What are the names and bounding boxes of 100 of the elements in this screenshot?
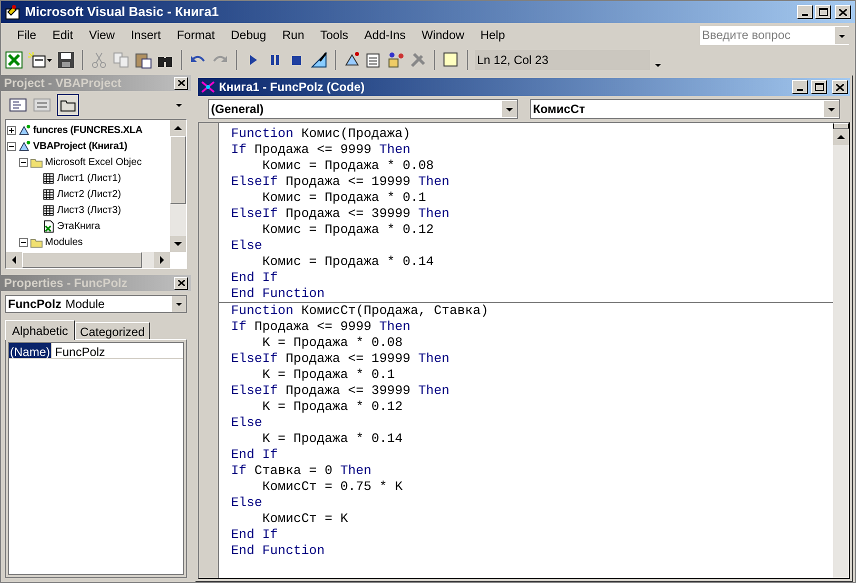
code-line: K = Продажа * 0.12: [261, 399, 404, 415]
tree-item[interactable]: Лист2 (Лист2): [57, 186, 122, 202]
plus-icon: [9, 128, 14, 132]
tree-item[interactable]: Microsoft Excel Objec: [45, 154, 142, 170]
code-line: Комис = Продажа * 0.14: [261, 254, 435, 270]
scroll-up-icon[interactable]: [833, 129, 849, 145]
menu-item[interactable]: Window: [414, 26, 472, 44]
menu-item[interactable]: Help: [472, 26, 513, 44]
close-icon: [836, 84, 844, 90]
menu-item[interactable]: Tools: [312, 26, 356, 44]
code-line: Else: [230, 415, 264, 431]
property-value[interactable]: FuncPolz: [51, 343, 106, 358]
menu-item[interactable]: Debug: [222, 26, 274, 44]
code-line: ElseIf Продажа <= 39999 Then: [230, 206, 450, 222]
folder-icon: [60, 98, 76, 112]
minimize-button[interactable]: [792, 80, 808, 94]
menu-item[interactable]: File: [9, 26, 44, 44]
close-icon: [839, 8, 847, 16]
dropdown-arrow-icon[interactable]: [175, 102, 183, 108]
excel-icon[interactable]: [5, 51, 23, 69]
close-button[interactable]: [174, 76, 188, 90]
view-code-icon[interactable]: [9, 98, 27, 112]
project-icon: [18, 124, 31, 136]
maximize-icon: [818, 8, 828, 16]
project-icon: [18, 140, 31, 152]
help-search-field[interactable]: Введите вопрос: [700, 26, 849, 44]
code-line: K = Продажа * 0.14: [261, 431, 404, 447]
close-icon: [178, 80, 184, 86]
collapse-toggle[interactable]: [19, 158, 28, 166]
minimize-button[interactable]: [797, 5, 813, 19]
tree-item[interactable]: Лист1 (Лист1): [57, 170, 122, 186]
maximize-button[interactable]: [811, 80, 827, 94]
horizontal-scrollbar[interactable]: [6, 252, 170, 268]
object-dropdown[interactable]: FuncPolz Module: [5, 295, 187, 313]
close-button[interactable]: [174, 276, 188, 290]
vertical-scrollbar[interactable]: [833, 123, 849, 578]
menu-item[interactable]: Add-Ins: [356, 26, 414, 44]
panel-title: Project - VBAProject: [4, 75, 122, 92]
scroll-up-icon[interactable]: [170, 120, 186, 136]
menu-item[interactable]: Format: [168, 26, 223, 44]
code-line: End Function: [230, 543, 326, 559]
scroll-thumb[interactable]: [22, 252, 142, 268]
menu-item[interactable]: Edit: [44, 26, 82, 44]
close-button[interactable]: [835, 5, 851, 19]
expand-toggle[interactable]: [7, 126, 16, 134]
worksheet-icon: [42, 188, 55, 200]
code-window-title: Книга1 - FuncPolz (Code): [219, 79, 366, 96]
tab[interactable]: Categorized: [75, 322, 150, 339]
code-line: If Ставка = 0 Then: [230, 463, 372, 479]
vertical-scrollbar[interactable]: [170, 120, 186, 252]
code-line: Комис = Продажа * 0.1: [261, 190, 428, 206]
code-line: КомисСт = K: [261, 511, 350, 527]
code-line: Else: [230, 495, 264, 511]
menu-item[interactable]: Run: [274, 26, 312, 44]
menu-item[interactable]: Insert: [122, 26, 169, 44]
code-line: КомисСт = 0.75 * K: [261, 479, 404, 495]
code-line: If Продажа <= 9999 Then: [230, 319, 412, 335]
tab[interactable]: Alphabetic: [5, 320, 76, 340]
scroll-left-icon[interactable]: [6, 252, 22, 268]
code-line: End If: [230, 270, 279, 286]
insert-form-icon[interactable]: [27, 51, 53, 69]
scroll-thumb[interactable]: [170, 136, 186, 204]
code-line: K = Продажа * 0.1: [261, 367, 396, 383]
paste-icon[interactable]: [134, 51, 152, 69]
tree-item[interactable]: ЭтаКнига: [57, 218, 100, 234]
menu-item[interactable]: View: [81, 26, 123, 44]
code-line: ElseIf Продажа <= 19999 Then: [230, 174, 450, 190]
save-icon[interactable]: [57, 51, 75, 69]
code-line: K = Продажа * 0.08: [261, 335, 404, 351]
object-type: Module: [64, 296, 106, 313]
object-selection: (General): [210, 101, 265, 118]
maximize-button[interactable]: [815, 5, 831, 19]
close-button[interactable]: [832, 80, 848, 94]
tree-item[interactable]: Лист3 (Лист3): [57, 202, 122, 218]
collapse-toggle[interactable]: [7, 142, 16, 150]
code-line: End If: [230, 447, 279, 463]
minimize-icon: [797, 89, 803, 91]
maximize-icon: [814, 83, 824, 91]
tree-item[interactable]: VBAProject (Книга1): [33, 138, 128, 154]
split-bar[interactable]: [833, 123, 849, 129]
workbook-icon: [42, 220, 55, 232]
object-combo-box[interactable]: (General): [208, 99, 518, 119]
toggle-folders-button[interactable]: [57, 94, 79, 116]
scroll-right-icon[interactable]: [154, 252, 170, 268]
code-line: Комис = Продажа * 0.08: [261, 158, 435, 174]
design-mode-icon[interactable]: [310, 51, 328, 69]
collapse-toggle[interactable]: [19, 238, 28, 246]
app-icon: [5, 4, 21, 20]
procedure-combo-box[interactable]: КомисСт: [530, 99, 840, 119]
code-line: End Function: [230, 286, 326, 302]
tree-item[interactable]: funcres (FUNCRES.XLA: [33, 122, 142, 138]
cursor-position: Ln 12, Col 23: [475, 50, 650, 70]
module-icon: [200, 80, 216, 94]
code-line: End If: [230, 527, 279, 543]
property-name[interactable]: (Name): [9, 343, 52, 358]
code-line: ElseIf Продажа <= 19999 Then: [230, 351, 450, 367]
tree-item[interactable]: Modules: [45, 234, 83, 250]
code-editor[interactable]: [219, 123, 833, 578]
panel-title: Properties - FuncPolz: [4, 275, 128, 292]
scroll-down-icon[interactable]: [170, 236, 186, 252]
